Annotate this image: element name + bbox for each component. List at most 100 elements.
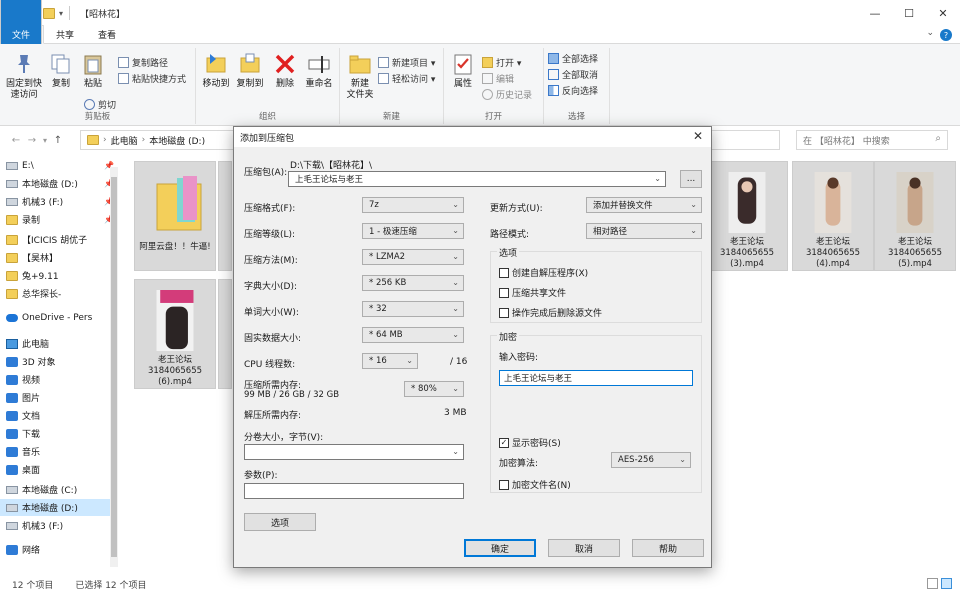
help-button[interactable]: 帮助 (632, 539, 704, 557)
sidebar-item[interactable]: OneDrive - Pers (6, 309, 116, 326)
cancel-button[interactable]: 取消 (548, 539, 620, 557)
breadcrumb-this-pc[interactable]: 此电脑 (111, 134, 138, 147)
split-volume-combo[interactable]: ⌄ (244, 444, 464, 460)
update-mode-select[interactable]: 添加并替换文件 ⌄ (586, 197, 702, 213)
sidebar-item[interactable]: 【昊林】 (6, 249, 116, 266)
file-item-folder[interactable]: 阿里云盘！！牛逼! (134, 161, 216, 271)
encryption-method-select[interactable]: AES-256 ⌄ (611, 452, 691, 468)
create-sfx-checkbox[interactable]: 创建自解压程序(X) (499, 266, 588, 279)
archive-name-combo[interactable]: 上毛王论坛与老王 ⌄ (288, 171, 666, 187)
easy-access-icon (378, 73, 389, 84)
paste-shortcut-button[interactable]: 粘贴快捷方式 (118, 72, 186, 85)
chevron-down-icon[interactable]: ⌄ (926, 28, 934, 38)
search-input[interactable]: 在 【昭林花】 中搜索 ⌕ (796, 130, 948, 150)
options-button[interactable]: 选项 (244, 513, 316, 531)
sidebar-item[interactable]: 文档 (6, 407, 116, 424)
sidebar-item[interactable]: 本地磁盘 (D:) (0, 499, 112, 516)
sidebar-item[interactable]: 本地磁盘 (C:) (6, 481, 116, 498)
open-button[interactable]: 打开 ▾ (482, 56, 521, 69)
parameters-input[interactable] (244, 483, 464, 499)
show-password-checkbox[interactable]: ✓ 显示密码(S) (499, 436, 561, 449)
sidebar-item[interactable]: 总华探长- (6, 285, 116, 302)
sidebar-item[interactable]: 机械3 (F:)📌 (6, 193, 116, 210)
pin-quick-access-button[interactable]: 固定到快 速访问 (6, 52, 42, 101)
memory-percent-select[interactable]: * 80% ⌄ (404, 381, 464, 397)
ok-button[interactable]: 确定 (464, 539, 536, 557)
history-button[interactable]: 历史记录 (482, 88, 532, 101)
copy-path-button[interactable]: 复制路径 (118, 56, 168, 69)
browse-button[interactable]: ... (680, 170, 702, 188)
word-size-select[interactable]: * 32 ⌄ (362, 301, 464, 317)
compress-shared-checkbox[interactable]: 压缩共享文件 (499, 286, 566, 299)
file-item-partial[interactable] (218, 279, 232, 389)
details-view-icon[interactable] (927, 578, 938, 589)
solid-block-select[interactable]: * 64 MB ⌄ (362, 327, 464, 343)
password-input[interactable]: 上毛王论坛与老王 (499, 370, 693, 386)
encrypt-filenames-checkbox[interactable]: 加密文件名(N) (499, 478, 571, 491)
invert-selection-button[interactable]: 反向选择 (548, 84, 598, 97)
paste-button[interactable]: 粘贴 (80, 52, 106, 90)
up-button[interactable]: ↑ (50, 135, 66, 146)
scrollbar-thumb[interactable] (111, 177, 117, 557)
help-icon[interactable]: ? (940, 29, 952, 41)
path-mode-select[interactable]: 相对路径 ⌄ (586, 223, 702, 239)
forward-button[interactable]: → (24, 135, 40, 146)
tab-share[interactable]: 共享 (44, 26, 86, 44)
delete-after-checkbox[interactable]: 操作完成后删除源文件 (499, 306, 602, 319)
new-folder-button[interactable]: 新建 文件夹 (344, 52, 376, 101)
new-folder-icon[interactable] (43, 7, 55, 19)
sidebar-item[interactable]: 桌面 (6, 461, 116, 478)
file-item-partial[interactable] (218, 161, 232, 271)
sidebar-item[interactable]: 图片 (6, 389, 116, 406)
sidebar-item[interactable]: 音乐 (6, 443, 116, 460)
scrollbar[interactable] (110, 167, 118, 567)
dictionary-select[interactable]: * 256 KB ⌄ (362, 275, 464, 291)
file-item-video[interactable]: 老王论坛 3184065655 (5).mp4 (874, 161, 956, 271)
breadcrumb-drive-d[interactable]: 本地磁盘 (D:) (149, 134, 205, 147)
sidebar-item[interactable]: 网络 (6, 541, 116, 558)
rename-button[interactable]: 重命名 (302, 52, 336, 90)
easy-access-button[interactable]: 轻松访问 ▾ (378, 72, 435, 85)
sidebar-item[interactable]: 视频 (6, 371, 116, 388)
copy-to-button[interactable]: 复制到 (234, 52, 266, 90)
file-item-video[interactable]: 老王论坛 3184065655 (3).mp4 (706, 161, 788, 271)
minimize-button[interactable]: — (858, 0, 892, 26)
properties-button[interactable]: 属性 (450, 52, 476, 90)
sidebar-item[interactable]: 本地磁盘 (D:)📌 (6, 175, 116, 192)
file-item-video[interactable]: 老王论坛 3184065655 (4).mp4 (792, 161, 874, 271)
chevron-down-icon: ⌄ (406, 356, 413, 365)
tab-view[interactable]: 查看 (86, 26, 128, 44)
move-to-button[interactable]: 移动到 (200, 52, 232, 90)
sidebar-item-label: 兔+9.11 (22, 272, 59, 282)
select-all-button[interactable]: 全部选择 (548, 52, 598, 65)
edit-label: 编辑 (496, 75, 515, 85)
sidebar-item[interactable]: 【ICICIS 胡优子 (6, 231, 116, 248)
video-thumbnail-icon (814, 172, 852, 233)
dialog-close-button[interactable]: ✕ (693, 129, 703, 143)
delete-button[interactable]: 删除 (272, 52, 298, 90)
edit-button[interactable]: 编辑 (482, 72, 514, 85)
method-select[interactable]: * LZMA2 ⌄ (362, 249, 464, 265)
sidebar-item[interactable]: E:\ 📌 (6, 157, 116, 174)
sidebar-item[interactable]: 录制📌 (6, 211, 116, 228)
sidebar-item[interactable]: 3D 对象 (6, 353, 116, 370)
search-icon: ⌕ (935, 133, 941, 144)
select-none-button[interactable]: 全部取消 (548, 68, 598, 81)
copy-button[interactable]: 复制 (48, 52, 74, 90)
sidebar-item[interactable]: 机械3 (F:) (6, 517, 116, 534)
format-select[interactable]: 7z ⌄ (362, 197, 464, 213)
file-item-video[interactable]: 老王论坛 3184065655 (6).mp4 (134, 279, 216, 389)
customize-toolbar-caret[interactable]: ▾ (59, 9, 63, 18)
sidebar-item[interactable]: 此电脑 (6, 335, 116, 352)
sidebar-item[interactable]: 兔+9.11 (6, 267, 116, 284)
recent-locations-button[interactable]: ▾ (40, 136, 50, 145)
sidebar-item[interactable]: 下载 (6, 425, 116, 442)
level-select[interactable]: 1 - 极速压缩 ⌄ (362, 223, 464, 239)
close-button[interactable]: ✕ (926, 0, 960, 26)
back-button[interactable]: ← (8, 135, 24, 146)
threads-select[interactable]: * 16 ⌄ (362, 353, 418, 369)
new-item-button[interactable]: 新建项目 ▾ (378, 56, 435, 69)
blue-icon (6, 446, 18, 457)
maximize-button[interactable]: ☐ (892, 0, 926, 26)
large-icons-view-icon[interactable] (941, 578, 952, 589)
